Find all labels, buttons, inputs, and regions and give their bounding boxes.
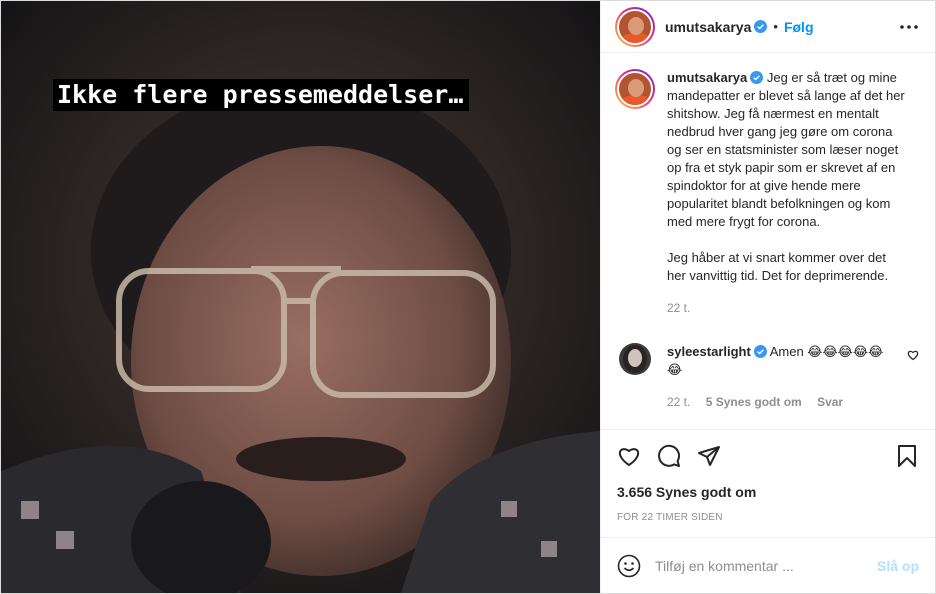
comment-input[interactable] [655, 557, 877, 574]
follow-button[interactable]: Følg [784, 19, 814, 35]
add-comment-bar: Slå op [601, 537, 935, 593]
caption-paragraph-2: Jeg håber at vi snart kommer over det he… [667, 250, 889, 283]
instagram-post: Ikke flere pressemeddelser… umutsakarya … [0, 0, 936, 594]
separator-dot: • [773, 19, 778, 34]
author-avatar[interactable] [615, 6, 655, 47]
verified-badge-icon [750, 71, 764, 84]
like-comment-heart-icon[interactable] [907, 349, 919, 361]
comment-likes[interactable]: 5 Synes godt om [706, 395, 802, 409]
like-heart-icon[interactable] [617, 444, 641, 468]
comments-section[interactable]: umutsakarya Jeg er så træt og mine mande… [601, 53, 935, 429]
save-bookmark-icon[interactable] [895, 444, 919, 468]
post-timestamp[interactable]: FOR 22 TIMER SIDEN [617, 512, 919, 523]
author-username[interactable]: umutsakarya [665, 19, 751, 35]
post-header: umutsakarya • Følg [601, 1, 935, 53]
post-comment-button[interactable]: Slå op [877, 558, 919, 574]
more-options-icon[interactable] [897, 15, 921, 39]
caption-username[interactable]: umutsakarya [667, 70, 747, 85]
commenter-avatar[interactable] [619, 343, 651, 375]
verified-badge-icon [753, 345, 767, 358]
post-media[interactable]: Ikke flere pressemeddelser… [1, 1, 600, 593]
caption-avatar[interactable] [615, 69, 655, 109]
verified-badge-icon [754, 20, 768, 33]
caption-paragraph-1: Jeg er så træt og mine mandepatter er bl… [667, 70, 905, 229]
share-paper-plane-icon[interactable] [697, 444, 721, 468]
like-count[interactable]: 3.656 Synes godt om [617, 484, 919, 500]
caption-time[interactable]: 22 t. [667, 301, 690, 315]
reply-button[interactable]: Svar [817, 395, 843, 409]
story-text-overlay: Ikke flere pressemeddelser… [53, 79, 470, 111]
emoji-picker-icon[interactable] [617, 554, 641, 578]
commenter-username[interactable]: syleestarlight [667, 344, 751, 359]
caption: umutsakarya Jeg er så træt og mine mande… [615, 69, 919, 317]
comment-item: syleestarlight Amen 😂😂😂😂😂😂 22 t. 5 Synes… [615, 343, 919, 411]
comment-bubble-icon[interactable] [657, 444, 681, 468]
post-sidebar: umutsakarya • Følg umutsakarya Jeg er så… [600, 1, 935, 593]
post-actions: 3.656 Synes godt om FOR 22 TIMER SIDEN [601, 429, 935, 537]
comment-time[interactable]: 22 t. [667, 395, 690, 409]
